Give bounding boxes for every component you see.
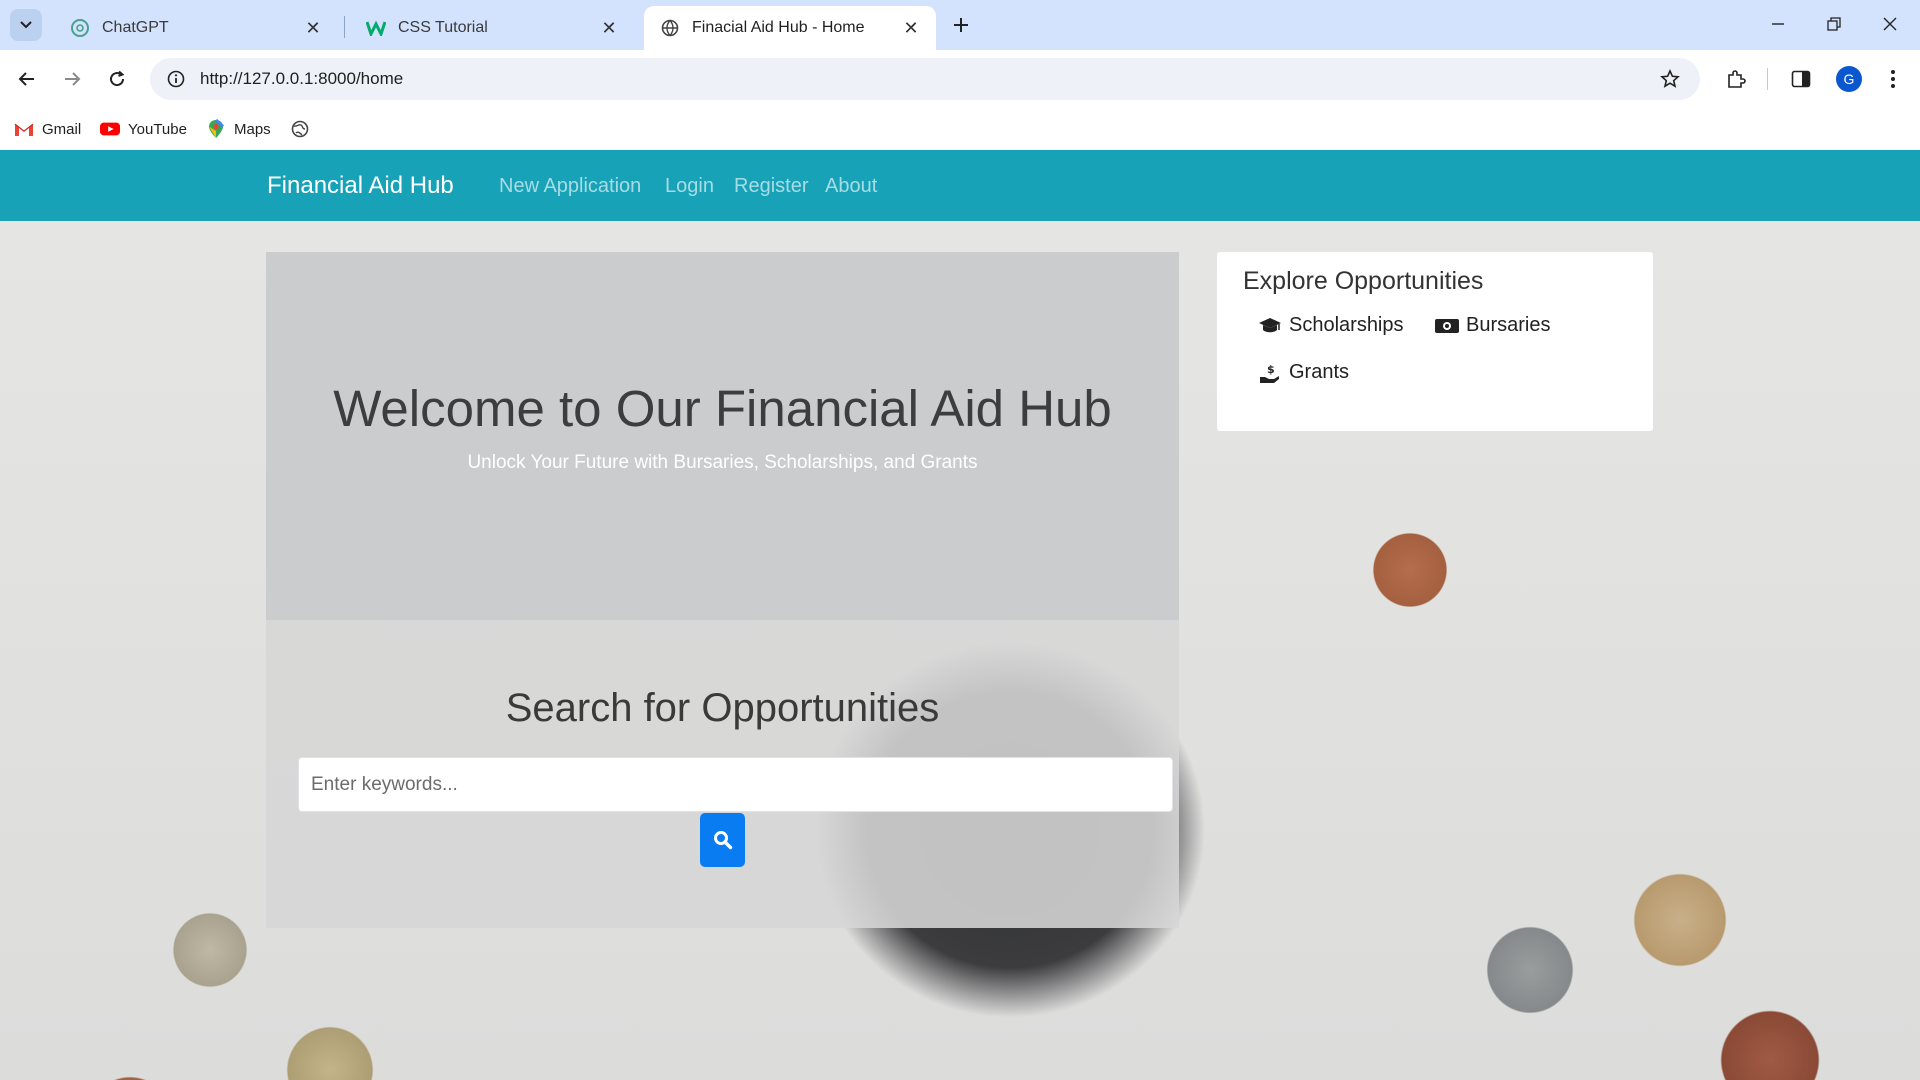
svg-text:$: $ [1267,363,1275,376]
nav-about[interactable]: About [825,175,877,198]
tab-title: ChatGPT [102,19,169,36]
close-icon[interactable]: ✕ [900,17,922,39]
site-brand[interactable]: Financial Aid Hub [267,172,454,200]
restore-button[interactable] [1806,0,1862,48]
browser-toolbar: http://127.0.0.1:8000/home G [0,50,1920,108]
explore-bursaries[interactable]: Bursaries [1434,314,1550,337]
bookmarks-bar: Gmail YouTube Maps [0,108,1920,150]
reload-icon [110,70,125,87]
close-icon[interactable]: ✕ [598,17,620,39]
tab-title: Finacial Aid Hub - Home [692,19,865,36]
graduation-cap-icon [1257,315,1283,337]
tab-css-tutorial[interactable]: CSS Tutorial ✕ [350,6,634,50]
new-tab-button[interactable] [946,10,976,40]
close-window-button[interactable] [1862,0,1918,48]
back-button[interactable] [10,62,44,96]
bookmark-label: YouTube [128,120,187,138]
reload-button[interactable] [100,62,134,96]
money-bill-icon [1434,315,1460,337]
toolbar-separator [1767,68,1768,90]
nav-login[interactable]: Login [665,175,714,198]
search-section: Search for Opportunities [266,620,1179,928]
search-title: Search for Opportunities [505,686,940,730]
explore-item-label: Scholarships [1289,314,1404,336]
w3schools-icon [366,18,386,38]
url-text[interactable]: http://127.0.0.1:8000/home [200,69,1650,89]
explore-scholarships[interactable]: Scholarships [1257,314,1404,337]
hand-holding-dollar-icon: $ [1257,362,1283,384]
address-bar[interactable]: http://127.0.0.1:8000/home [150,58,1700,100]
bookmark-star-icon[interactable] [1650,59,1690,99]
bookmark-label: Gmail [42,120,82,138]
explore-item-label: Grants [1289,361,1350,383]
globe-icon [660,18,680,38]
side-panel-button[interactable] [1784,62,1818,96]
side-panel-icon [1791,70,1811,88]
puzzle-icon [1728,70,1746,88]
explore-grants[interactable]: $ Grants [1257,361,1349,384]
chevron-down-icon [20,21,32,29]
restore-icon [1827,17,1841,31]
bookmark-gmail[interactable]: Gmail [14,116,81,142]
browser-tabstrip: ChatGPT ✕ CSS Tutorial ✕ Finacial Aid Hu… [0,0,1920,50]
nav-register[interactable]: Register [734,175,808,198]
globe-icon [290,119,310,139]
search-input[interactable] [298,757,1173,812]
tab-chatgpt[interactable]: ChatGPT ✕ [54,6,338,50]
menu-button[interactable] [1876,62,1910,96]
chatgpt-icon [70,18,90,38]
close-icon [1883,17,1897,31]
page-viewport: Financial Aid Hub New Application Login … [0,150,1920,1080]
bookmark-youtube[interactable]: YouTube [100,116,187,142]
bookmark-maps[interactable]: Maps [206,116,271,142]
hero-subtitle: Unlock Your Future with Bursaries, Schol… [467,452,978,473]
close-icon[interactable]: ✕ [302,17,324,39]
tab-financial-aid-hub[interactable]: Finacial Aid Hub - Home ✕ [644,6,936,50]
tab-separator [344,16,345,38]
bookmark-label: Maps [234,120,271,138]
explore-card: Explore Opportunities Scholarships Bursa… [1217,252,1653,431]
hero-section: Welcome to Our Financial Aid Hub Unlock … [266,252,1179,620]
arrow-left-icon [18,72,34,86]
explore-title: Explore Opportunities [1243,267,1484,295]
maps-icon [206,119,226,139]
bookmark-globe[interactable] [290,116,318,142]
youtube-icon [100,119,120,139]
tab-title: CSS Tutorial [398,19,488,36]
extensions-button[interactable] [1719,62,1753,96]
site-info-icon[interactable] [156,59,196,99]
minimize-button[interactable] [1750,0,1806,48]
profile-avatar[interactable]: G [1836,66,1862,92]
tab-search-button[interactable] [10,9,42,41]
search-button[interactable] [700,813,745,867]
arrow-right-icon [65,72,81,86]
plus-icon [954,18,968,32]
more-vert-icon [1891,70,1895,88]
nav-new-application[interactable]: New Application [499,175,641,198]
site-navbar: Financial Aid Hub New Application Login … [0,150,1920,221]
explore-item-label: Bursaries [1466,314,1551,336]
hero-title: Welcome to Our Financial Aid Hub [333,380,1112,437]
forward-button[interactable] [55,62,89,96]
search-icon [713,831,732,850]
gmail-icon [14,119,34,139]
minimize-icon [1772,23,1784,25]
